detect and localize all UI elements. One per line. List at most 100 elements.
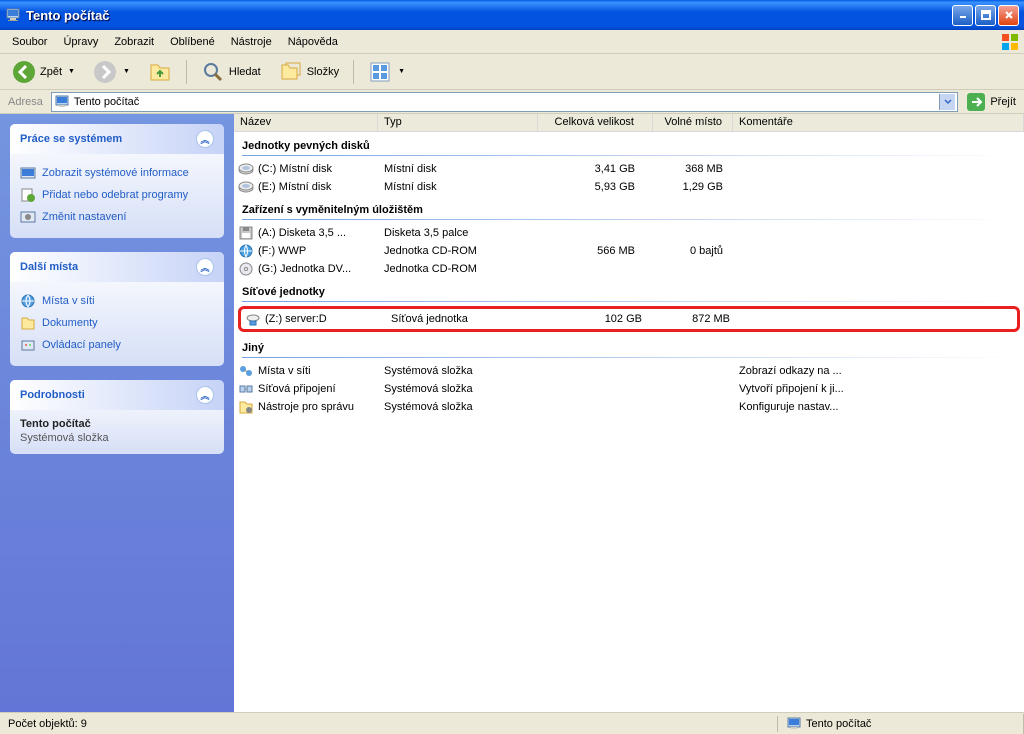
sidebar-link-label: Přidat nebo odebrat programy — [42, 189, 188, 201]
statusbar: Počet objektů: 9 Tento počítač — [0, 712, 1024, 734]
info-icon — [20, 165, 36, 181]
group-header: Zařízení s vyměnitelným úložištěm — [234, 196, 1024, 219]
views-icon — [368, 60, 392, 84]
sidebar: Práce se systémem ︽ Zobrazit systémové i… — [0, 114, 234, 712]
menu-file[interactable]: Soubor — [4, 33, 55, 51]
collapse-icon[interactable]: ︽ — [196, 130, 214, 148]
windows-logo-icon — [1000, 32, 1020, 52]
sidebar-link-documents[interactable]: Dokumenty — [20, 312, 214, 334]
column-type[interactable]: Typ — [378, 114, 538, 131]
sidebar-link-label: Dokumenty — [42, 317, 98, 329]
sidebar-box-header[interactable]: Další místa ︽ — [10, 252, 224, 282]
address-field[interactable]: Tento počítač — [51, 92, 958, 112]
forward-icon — [93, 60, 117, 84]
up-button[interactable] — [142, 57, 178, 87]
item-free: 872 MB — [660, 313, 740, 325]
address-value: Tento počítač — [74, 96, 939, 108]
minimize-button[interactable] — [952, 5, 973, 26]
status-location: Tento počítač — [778, 714, 1024, 734]
item-name: (E:) Místní disk — [234, 179, 378, 195]
sidebar-link-add-remove[interactable]: Přidat nebo odebrat programy — [20, 184, 214, 206]
list-item[interactable]: (G:) Jednotka DV...Jednotka CD-ROM — [234, 260, 1024, 278]
search-button[interactable]: Hledat — [195, 57, 267, 87]
views-button[interactable]: ▼ — [362, 57, 411, 87]
toolbar: Zpět ▼ ▼ Hledat Složky ▼ — [0, 54, 1024, 90]
views-dropdown-icon[interactable]: ▼ — [398, 68, 405, 75]
item-name: (A:) Disketa 3,5 ... — [234, 225, 378, 241]
item-name: Nástroje pro správu — [234, 399, 378, 415]
go-button[interactable]: Přejít — [962, 90, 1020, 114]
list-item[interactable]: (C:) Místní diskMístní disk3,41 GB368 MB — [234, 160, 1024, 178]
back-icon — [12, 60, 36, 84]
sidebar-box-header[interactable]: Podrobnosti ︽ — [10, 380, 224, 410]
menu-view[interactable]: Zobrazit — [106, 33, 162, 51]
computer-icon — [54, 94, 70, 110]
item-type: Systémová složka — [378, 365, 538, 377]
menu-favorites[interactable]: Oblíbené — [162, 33, 223, 51]
forward-dropdown-icon[interactable]: ▼ — [123, 68, 130, 75]
column-size[interactable]: Celková velikost — [538, 114, 653, 131]
address-label: Adresa — [4, 96, 47, 108]
sidebar-link-network-places[interactable]: Místa v síti — [20, 290, 214, 312]
sidebar-link-label: Místa v síti — [42, 295, 95, 307]
sidebar-link-settings[interactable]: Změnit nastavení — [20, 206, 214, 228]
sidebar-box-header[interactable]: Práce se systémem ︽ — [10, 124, 224, 154]
address-dropdown-icon[interactable] — [939, 94, 955, 110]
documents-icon — [20, 315, 36, 331]
column-comment[interactable]: Komentáře — [733, 114, 1024, 131]
item-comment: Vytvoří připojení k ji... — [733, 383, 1024, 395]
forward-button[interactable]: ▼ — [87, 57, 136, 87]
menu-tools[interactable]: Nástroje — [223, 33, 280, 51]
item-comment: Zobrazí odkazy na ... — [733, 365, 1024, 377]
list-item[interactable]: (Z:) server:DSíťová jednotka102 GB872 MB — [238, 306, 1020, 332]
folders-icon — [279, 60, 303, 84]
list-item[interactable]: (E:) Místní diskMístní disk5,93 GB1,29 G… — [234, 178, 1024, 196]
item-type: Síťová jednotka — [385, 313, 545, 325]
sidebar-box-details: Podrobnosti ︽ Tento počítač Systémová sl… — [10, 380, 224, 454]
window-title: Tento počítač — [26, 8, 950, 23]
sidebar-link-system-info[interactable]: Zobrazit systémové informace — [20, 162, 214, 184]
group-header: Jednotky pevných disků — [234, 132, 1024, 155]
menu-help[interactable]: Nápověda — [280, 33, 346, 51]
group-divider — [242, 219, 1016, 220]
back-dropdown-icon[interactable]: ▼ — [68, 68, 75, 75]
settings-icon — [20, 209, 36, 225]
maximize-button[interactable] — [975, 5, 996, 26]
item-name: (C:) Místní disk — [234, 161, 378, 177]
folder-up-icon — [148, 60, 172, 84]
search-label: Hledat — [229, 66, 261, 78]
list-item[interactable]: Nástroje pro správuSystémová složkaKonfi… — [234, 398, 1024, 416]
group-header: Jiný — [234, 334, 1024, 357]
column-name[interactable]: Název — [234, 114, 378, 131]
sidebar-box-title: Další místa — [20, 261, 78, 273]
details-name: Tento počítač — [20, 418, 214, 430]
sidebar-box-other-places: Další místa ︽ Místa v síti Dokumenty Ovl… — [10, 252, 224, 366]
column-free[interactable]: Volné místo — [653, 114, 733, 131]
list-item[interactable]: Síťová připojeníSystémová složkaVytvoří … — [234, 380, 1024, 398]
list-item[interactable]: Místa v sítiSystémová složkaZobrazí odka… — [234, 362, 1024, 380]
item-name: Síťová připojení — [234, 381, 378, 397]
network-icon — [20, 293, 36, 309]
titlebar: Tento počítač — [0, 0, 1024, 30]
menubar: Soubor Úpravy Zobrazit Oblíbené Nástroje… — [0, 30, 1024, 54]
toolbar-separator — [353, 60, 354, 84]
close-button[interactable] — [998, 5, 1019, 26]
group-divider — [242, 301, 1016, 302]
folders-button[interactable]: Složky — [273, 57, 345, 87]
go-icon — [966, 92, 986, 112]
sidebar-link-control-panel[interactable]: Ovládací panely — [20, 334, 214, 356]
list-item[interactable]: (F:) WWPJednotka CD-ROM566 MB0 bajtů — [234, 242, 1024, 260]
sidebar-link-label: Zobrazit systémové informace — [42, 167, 189, 179]
item-name: (F:) WWP — [234, 243, 378, 259]
list-item[interactable]: (A:) Disketa 3,5 ...Disketa 3,5 palce — [234, 224, 1024, 242]
menu-edit[interactable]: Úpravy — [55, 33, 106, 51]
group-header: Síťové jednotky — [234, 278, 1024, 301]
item-type: Jednotka CD-ROM — [378, 245, 538, 257]
item-type: Místní disk — [378, 181, 538, 193]
control-panel-icon — [20, 337, 36, 353]
item-size: 3,41 GB — [538, 163, 653, 175]
back-button[interactable]: Zpět ▼ — [6, 57, 81, 87]
collapse-icon[interactable]: ︽ — [196, 258, 214, 276]
collapse-icon[interactable]: ︽ — [196, 386, 214, 404]
content-area: Název Typ Celková velikost Volné místo K… — [234, 114, 1024, 712]
